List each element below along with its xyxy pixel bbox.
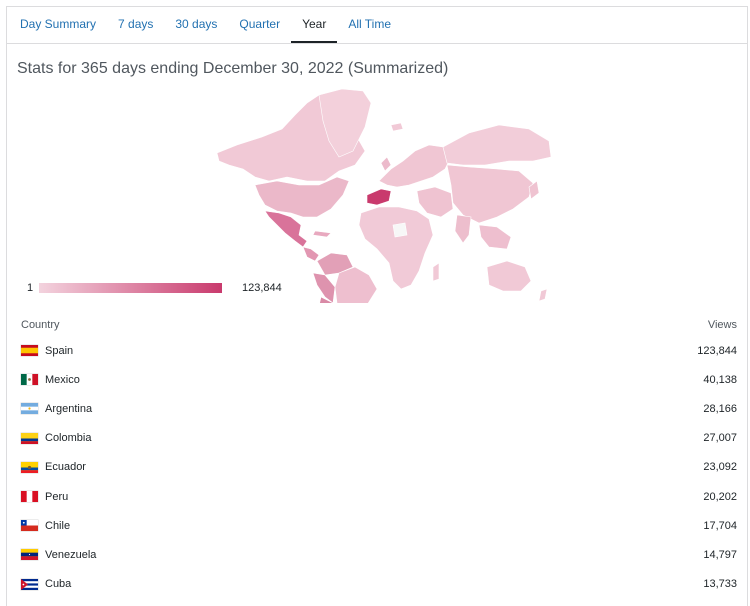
views-value: 17,704: [703, 519, 737, 532]
legend-min: 1: [27, 282, 34, 294]
legend-max: 123,844: [242, 282, 282, 294]
region-southeast-asia: [478, 224, 512, 250]
country-name: Peru: [45, 490, 69, 503]
country-name: Venezuela: [45, 548, 97, 561]
region-asia: [446, 164, 534, 224]
argentina-flag-icon: [21, 403, 38, 415]
table-row[interactable]: Chile 17,704: [21, 511, 737, 540]
ecuador-flag-icon: [21, 461, 38, 473]
region-iceland: [390, 122, 404, 132]
legend-gradient-bar: [39, 283, 222, 293]
country-name: Mexico: [45, 373, 80, 386]
table-row[interactable]: Venezuela 14,797: [21, 540, 737, 569]
country-name: Ecuador: [45, 461, 86, 474]
spain-flag-icon: [21, 345, 38, 357]
country-name: Colombia: [45, 432, 92, 445]
region-madagascar: [432, 262, 440, 282]
cuba-flag-icon: [21, 578, 38, 590]
views-value: 40,138: [703, 373, 737, 386]
peru-flag-icon: [21, 491, 38, 503]
views-value: 20,202: [703, 490, 737, 503]
table-row[interactable]: Argentina 28,166: [21, 394, 737, 423]
region-new-zealand: [538, 288, 548, 302]
table-row[interactable]: Peru 20,202: [21, 482, 737, 511]
tab-year[interactable]: Year: [291, 7, 338, 43]
table-header: Country Views: [21, 314, 737, 336]
venezuela-flag-icon: [21, 549, 38, 561]
mexico-flag-icon: [21, 374, 38, 386]
table-row[interactable]: Cuba 13,733: [21, 570, 737, 599]
views-value: 27,007: [703, 432, 737, 445]
region-usa: [254, 176, 350, 218]
tab-all-time[interactable]: All Time: [337, 7, 402, 43]
region-uk: [380, 156, 392, 172]
region-cuba: [312, 230, 332, 238]
region-brazil: [334, 266, 378, 320]
page-title: Stats for 365 days ending December 30, 2…: [17, 60, 449, 77]
world-map[interactable]: [207, 85, 559, 372]
table-row[interactable]: Spain 123,844: [21, 336, 737, 365]
table-row[interactable]: Mexico 40,138: [21, 365, 737, 394]
views-value: 23,092: [703, 461, 737, 474]
views-value: 28,166: [703, 402, 737, 415]
region-india: [454, 214, 472, 244]
colombia-flag-icon: [21, 432, 38, 444]
region-central-america: [302, 246, 320, 262]
header-country: Country: [21, 319, 60, 331]
period-tabs: Day Summary 7 days 30 days Quarter Year …: [7, 7, 747, 44]
header-views: Views: [707, 319, 737, 331]
views-value: 13,733: [703, 578, 737, 591]
tab-day-summary[interactable]: Day Summary: [9, 7, 107, 43]
views-value: 123,844: [697, 344, 737, 357]
country-name: Cuba: [45, 578, 72, 591]
region-spain: [366, 188, 392, 206]
country-name: Chile: [45, 519, 71, 532]
region-central-africa-gap: [392, 222, 408, 238]
tab-30-days[interactable]: 30 days: [164, 7, 228, 43]
table-row[interactable]: Colombia 27,007: [21, 424, 737, 453]
tab-7-days[interactable]: 7 days: [107, 7, 164, 43]
chile-flag-icon: [21, 520, 38, 532]
region-russia: [442, 124, 552, 166]
views-value: 14,797: [703, 548, 737, 561]
tab-quarter[interactable]: Quarter: [228, 7, 291, 43]
table-row[interactable]: Ecuador 23,092: [21, 453, 737, 482]
region-middle-east: [416, 186, 454, 218]
country-table: Country Views Spain 123,844 Mexico 40,13…: [21, 314, 737, 599]
region-australia: [486, 260, 532, 292]
stats-panel: Day Summary 7 days 30 days Quarter Year …: [6, 6, 748, 606]
country-name: Spain: [45, 344, 74, 357]
country-name: Argentina: [45, 402, 93, 415]
